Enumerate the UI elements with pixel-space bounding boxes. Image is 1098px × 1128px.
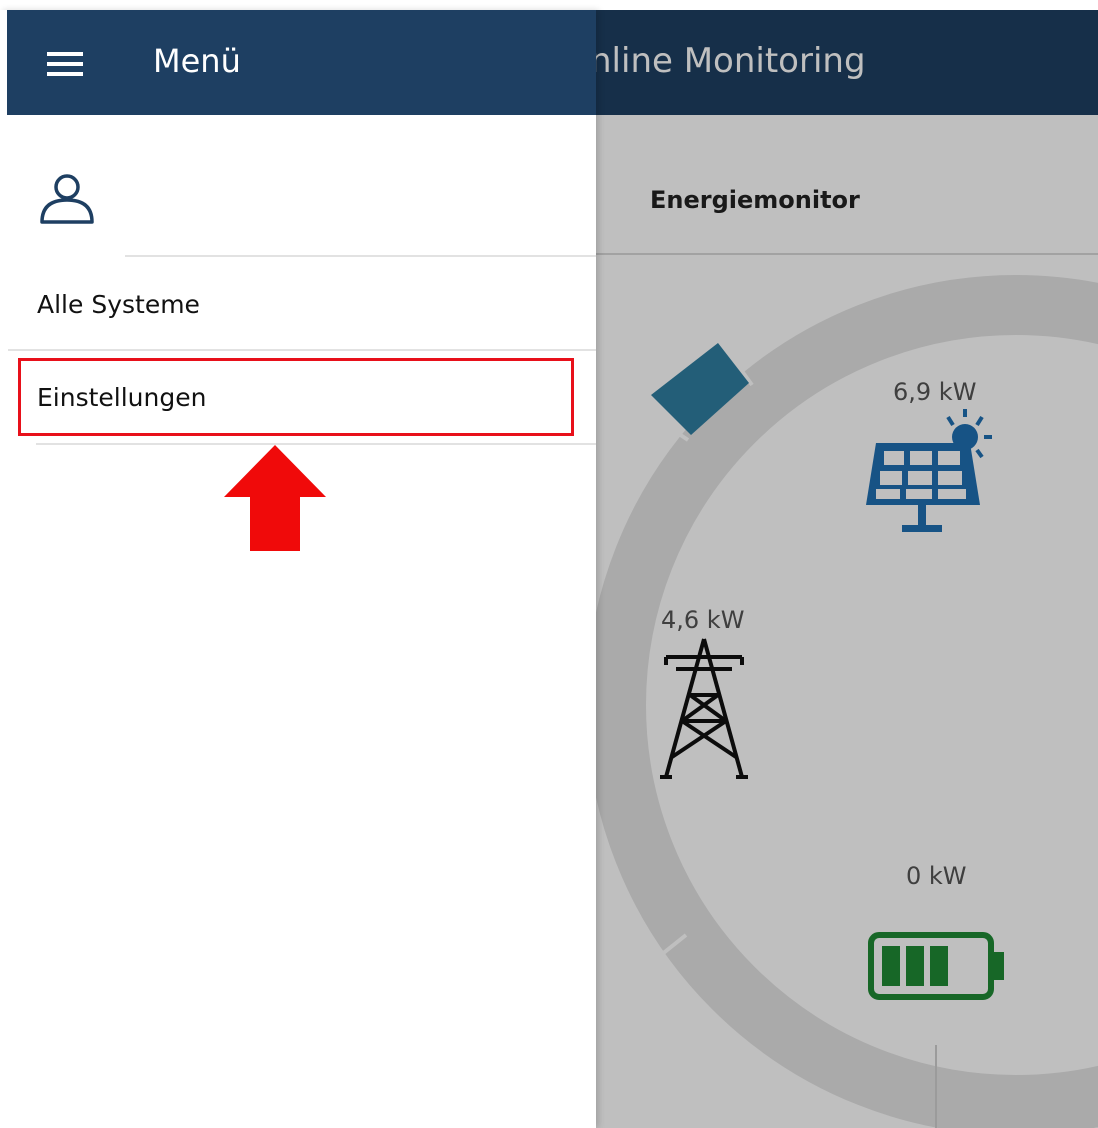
divider [125, 255, 596, 257]
red-arrow-up-icon [224, 445, 326, 551]
drawer-header: Menü [7, 10, 596, 115]
hamburger-icon[interactable] [47, 52, 83, 76]
highlight-annotation-box [18, 358, 574, 436]
user-icon[interactable] [38, 170, 98, 226]
navigation-drawer: Menü Alle Systeme Einstellungen [0, 10, 596, 1128]
menu-item-alle-systeme[interactable]: Alle Systeme [37, 290, 200, 319]
top-strip [0, 0, 1098, 10]
drawer-scrim[interactable] [596, 0, 1098, 1128]
divider [8, 349, 596, 351]
drawer-title: Menü [153, 42, 241, 80]
